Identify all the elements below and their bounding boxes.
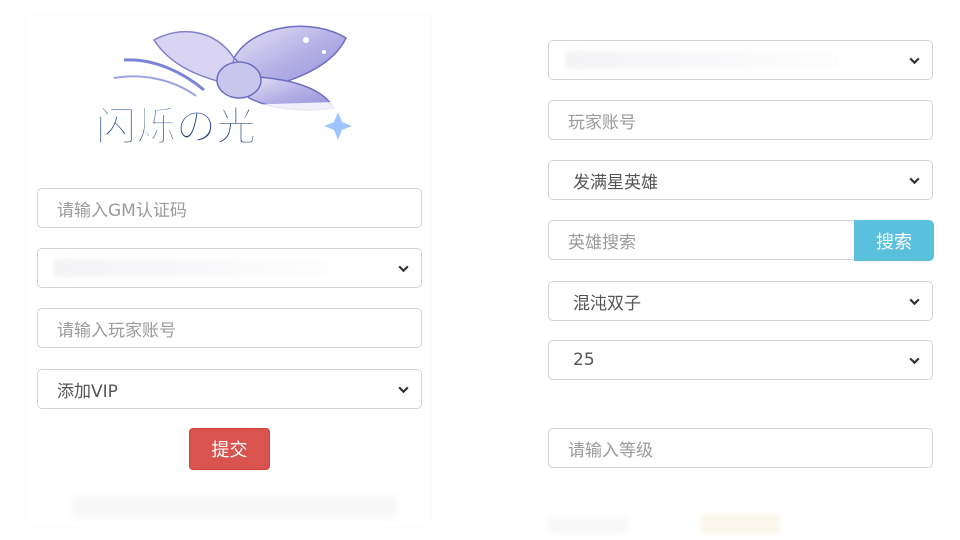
submit-button[interactable]: 提交 xyxy=(189,428,270,470)
send-type-select[interactable]: 发满星英雄 xyxy=(548,160,933,200)
left-player-account-input[interactable]: 请输入玩家账号 xyxy=(37,308,422,348)
left-server-select[interactable] xyxy=(37,248,422,288)
chevron-down-icon xyxy=(900,341,928,379)
chevron-down-icon xyxy=(389,370,417,408)
send-type-value: 发满星英雄 xyxy=(573,172,658,193)
game-logo: 闪烁の光 xyxy=(84,18,366,160)
chevron-down-icon xyxy=(900,161,928,199)
right-server-select[interactable] xyxy=(548,40,933,80)
action-select-value: 添加VIP xyxy=(57,381,118,402)
search-button[interactable]: 搜索 xyxy=(854,220,934,261)
level-input[interactable]: 请输入等级 xyxy=(548,428,933,468)
hero-select[interactable]: 混沌双子 xyxy=(548,281,933,321)
chevron-down-icon xyxy=(389,249,417,287)
logo-text: 闪烁の光 xyxy=(96,103,256,150)
gm-code-placeholder: 请输入GM认证码 xyxy=(57,200,187,221)
server-name-blurred xyxy=(565,51,840,69)
footer-blurred-left xyxy=(548,518,628,534)
hero-search-placeholder: 英雄搜索 xyxy=(568,232,636,253)
star-select-value: 25 xyxy=(573,350,595,370)
level-placeholder: 请输入等级 xyxy=(568,440,653,461)
footer-blurred xyxy=(72,496,397,518)
player-account-placeholder: 玩家账号 xyxy=(568,112,636,133)
chevron-down-icon xyxy=(900,282,928,320)
hero-search-input[interactable]: 英雄搜索 xyxy=(548,220,855,260)
gm-code-input[interactable]: 请输入GM认证码 xyxy=(37,188,422,228)
player-account-placeholder: 请输入玩家账号 xyxy=(57,320,176,341)
hero-select-value: 混沌双子 xyxy=(573,293,641,314)
right-player-account-input[interactable]: 玩家账号 xyxy=(548,100,933,140)
footer-blurred-right xyxy=(700,514,780,534)
server-name-blurred xyxy=(54,259,329,277)
star-select[interactable]: 25 xyxy=(548,340,933,380)
chevron-down-icon xyxy=(900,41,928,79)
action-select[interactable]: 添加VIP xyxy=(37,369,422,409)
